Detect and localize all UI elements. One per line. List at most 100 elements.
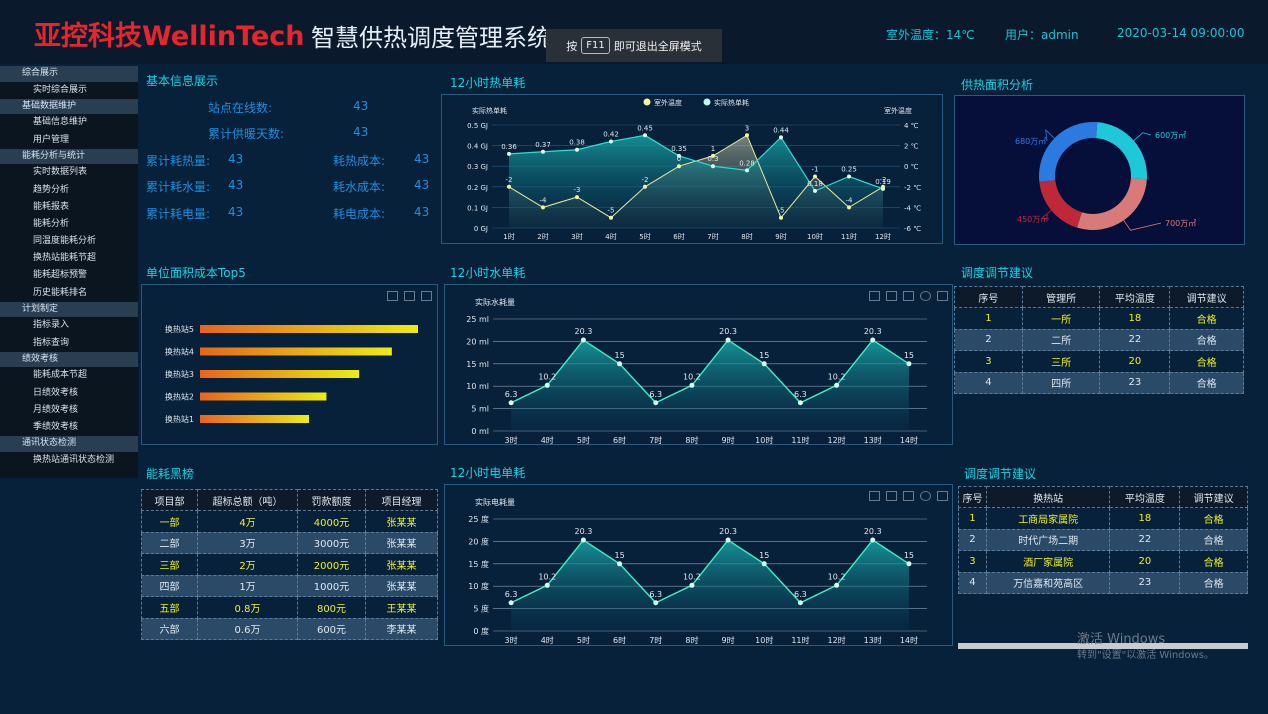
temp-point[interactable] (711, 153, 715, 158)
temp-point[interactable] (541, 205, 545, 210)
data-view-icon[interactable] (869, 291, 880, 301)
heat-point[interactable] (507, 151, 511, 156)
data-point[interactable] (544, 382, 550, 388)
table-header-cell[interactable]: 项目经理 (365, 489, 438, 511)
table-row[interactable]: 2 二所 22 合格 (954, 328, 1244, 351)
table-row[interactable]: 三部 2万 2000元 张某某 (141, 553, 438, 576)
heat-point[interactable] (541, 149, 545, 154)
refresh-icon[interactable] (920, 491, 931, 501)
sidebar-group[interactable]: 计划制定 (0, 301, 138, 318)
top5-bar[interactable] (200, 347, 392, 356)
data-view-icon[interactable] (869, 491, 880, 501)
donut-slice[interactable] (1039, 122, 1098, 182)
temp-point[interactable] (643, 184, 647, 189)
donut-slice[interactable] (1096, 122, 1147, 180)
table-row[interactable]: 4 四所 23 合格 (954, 371, 1244, 394)
temp-point[interactable] (847, 205, 851, 210)
download-icon[interactable] (387, 291, 398, 301)
bar-chart-icon[interactable] (903, 291, 914, 301)
sidebar-item[interactable]: 实时数据列表 (0, 164, 138, 181)
data-point[interactable] (617, 561, 623, 567)
data-point[interactable] (689, 382, 695, 388)
data-point[interactable] (689, 582, 695, 588)
sidebar-item[interactable]: 换热站通讯状态检测 (0, 452, 138, 469)
table-header-cell[interactable]: 超标总额（吨） (197, 489, 298, 511)
download-icon[interactable] (937, 491, 948, 501)
sidebar-item[interactable]: 能耗分析 (0, 216, 138, 233)
legend-heat-icon[interactable] (703, 98, 711, 106)
sidebar-item[interactable]: 换热站能耗节超 (0, 250, 138, 267)
legend-temp-label[interactable]: 室外温度 (654, 98, 682, 107)
data-point[interactable] (906, 361, 912, 367)
data-point[interactable] (653, 600, 659, 606)
heat-point[interactable] (813, 188, 817, 193)
table-header-cell[interactable]: 序号 (958, 486, 987, 508)
sidebar-group[interactable]: 基础数据维护 (0, 98, 138, 115)
table-row[interactable]: 1 工商局家属院 18 合格 (958, 507, 1248, 530)
sidebar-item[interactable]: 月绩效考核 (0, 402, 138, 419)
sidebar-item[interactable]: 用户管理 (0, 132, 138, 149)
top5-bar[interactable] (200, 325, 418, 333)
data-point[interactable] (797, 600, 803, 606)
table-row[interactable]: 4 万信嘉和苑高区 23 合格 (958, 571, 1248, 594)
table-row[interactable]: 四部 1万 1000元 张某某 (141, 574, 438, 597)
table-row[interactable]: 六部 0.6万 600元 李某某 (141, 617, 438, 640)
top5-bar[interactable] (200, 370, 360, 378)
data-point[interactable] (834, 382, 840, 388)
sidebar-group[interactable]: 通讯状态检测 (0, 436, 138, 452)
data-point[interactable] (617, 361, 623, 367)
legend-heat-label[interactable]: 实际热单耗 (714, 98, 749, 107)
data-point[interactable] (870, 337, 876, 343)
data-point[interactable] (761, 561, 767, 567)
data-point[interactable] (508, 600, 514, 606)
bar-chart-icon[interactable] (903, 491, 914, 501)
sidebar-group[interactable]: 综合展示 (0, 66, 138, 82)
table-row[interactable]: 二部 3万 3000元 张某某 (141, 531, 438, 554)
data-point[interactable] (580, 337, 586, 343)
table-header-cell[interactable]: 序号 (954, 286, 1023, 308)
data-point[interactable] (906, 561, 912, 567)
table-header-cell[interactable]: 平均温度 (1109, 486, 1181, 508)
legend-temp-icon[interactable] (643, 98, 651, 106)
sidebar-item[interactable]: 实时综合展示 (0, 82, 138, 99)
table-row[interactable]: 1 一所 18 合格 (954, 307, 1244, 330)
sidebar-item[interactable]: 能耗超标预警 (0, 267, 138, 284)
data-point[interactable] (580, 537, 586, 543)
table-header-cell[interactable]: 罚款额度 (297, 489, 366, 511)
heat-point[interactable] (643, 133, 647, 138)
heat-point[interactable] (609, 139, 613, 144)
sidebar-item[interactable]: 同温度能耗分析 (0, 233, 138, 250)
table-header-cell[interactable]: 平均温度 (1099, 286, 1171, 308)
temp-point[interactable] (609, 215, 613, 220)
data-point[interactable] (653, 400, 659, 406)
table-header-cell[interactable]: 换热站 (985, 486, 1111, 508)
table-header-cell[interactable]: 调节建议 (1169, 286, 1244, 308)
top5-bar[interactable] (200, 392, 327, 401)
temp-point[interactable] (779, 215, 783, 220)
data-point[interactable] (725, 537, 731, 543)
data-point[interactable] (544, 582, 550, 588)
download-icon[interactable] (937, 291, 948, 301)
table-row[interactable]: 3 酒厂家属院 20 合格 (958, 550, 1248, 573)
data-point[interactable] (761, 361, 767, 367)
donut-slice[interactable] (1077, 178, 1147, 230)
table-header-cell[interactable]: 调节建议 (1179, 486, 1248, 508)
data-point[interactable] (797, 400, 803, 406)
sidebar-item[interactable]: 能耗报表 (0, 199, 138, 216)
heat-point[interactable] (847, 174, 851, 179)
temp-point[interactable] (881, 184, 885, 189)
sidebar-item[interactable]: 历史能耗排名 (0, 285, 138, 302)
line-chart-icon[interactable] (886, 491, 897, 501)
temp-point[interactable] (813, 174, 817, 179)
table-row[interactable]: 3 三所 20 合格 (954, 350, 1244, 373)
refresh-icon[interactable] (920, 291, 931, 301)
table-row[interactable]: 五部 0.8万 800元 王某某 (141, 596, 438, 619)
sidebar-item[interactable]: 指标录入 (0, 317, 138, 334)
bar-chart-icon[interactable] (421, 291, 432, 301)
table-row[interactable]: 2 时代广场二期 22 合格 (958, 528, 1248, 551)
heat-point[interactable] (779, 135, 783, 140)
temp-point[interactable] (677, 164, 681, 169)
sidebar-group[interactable]: 能耗分析与统计 (0, 148, 138, 165)
table-header-cell[interactable]: 项目部 (141, 489, 198, 511)
heat-point[interactable] (575, 147, 579, 152)
